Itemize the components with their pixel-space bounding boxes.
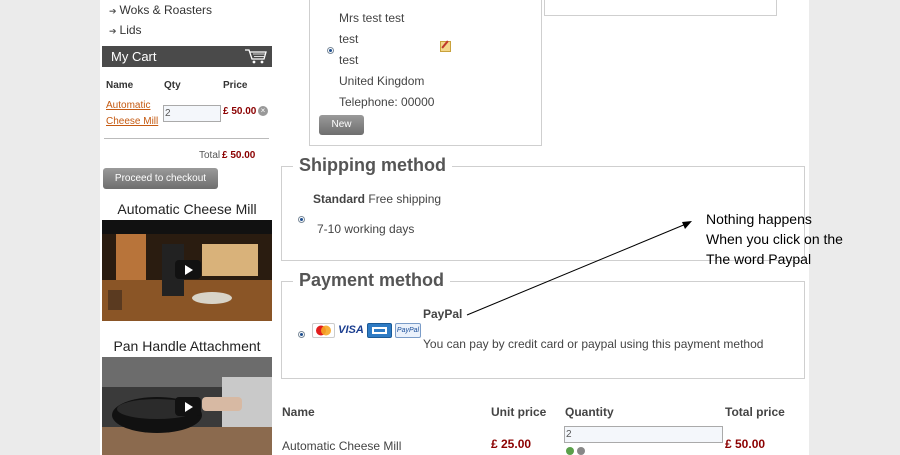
table-header-unit-price: Unit price: [491, 405, 547, 419]
row-total-price: £ 50.00: [725, 437, 766, 451]
annotation-note: Nothing happens When you click on the Th…: [706, 209, 843, 269]
row-quantity-input[interactable]: 2: [564, 426, 723, 443]
table-header-total-price: Total price: [725, 405, 785, 419]
annotation-line2: When you click on the: [706, 231, 843, 247]
annotation-line3: The word Paypal: [706, 251, 812, 267]
update-quantity-icon[interactable]: [566, 447, 574, 455]
row-unit-price: £ 25.00: [491, 437, 532, 451]
row-product-name: Automatic Cheese Mill: [282, 439, 402, 453]
annotation-line1: Nothing happens: [706, 211, 812, 227]
remove-row-icon[interactable]: [577, 447, 585, 455]
table-header-quantity: Quantity: [565, 405, 614, 419]
table-header-name: Name: [282, 405, 315, 419]
